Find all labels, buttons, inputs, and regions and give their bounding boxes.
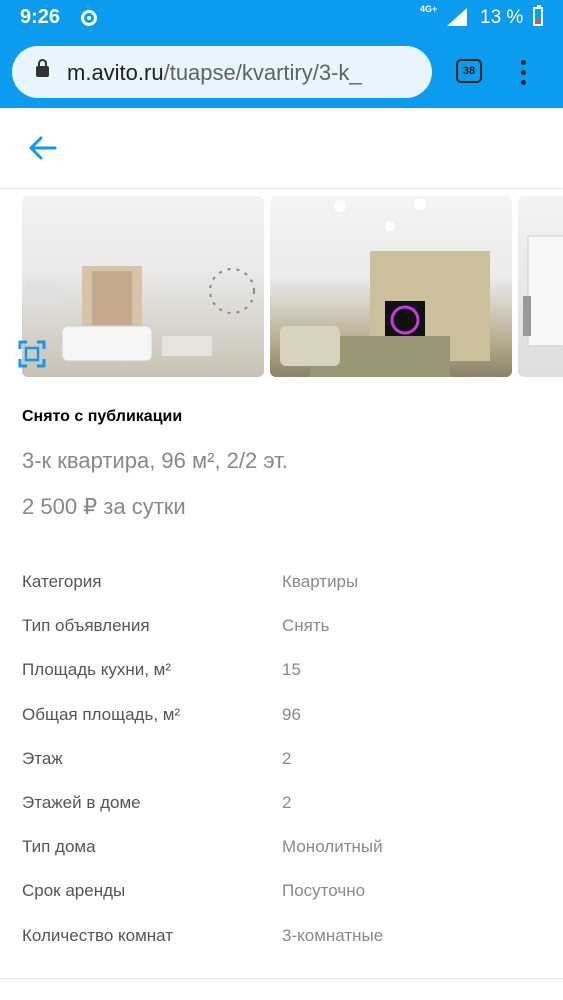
photo-room-bedroom <box>280 198 490 377</box>
param-row: Площадь кухни, м² 15 <box>22 660 542 690</box>
status-bar: 9:26 4G+ 13 % <box>0 0 563 36</box>
network-type: 4G+ <box>420 4 438 14</box>
param-key: Категория <box>22 572 102 591</box>
more-menu-icon[interactable] <box>515 58 531 88</box>
param-value: 2 <box>282 793 292 812</box>
menu-dot <box>521 60 526 65</box>
photo-room-kitchen <box>523 235 563 347</box>
gallery-photo[interactable] <box>22 196 264 377</box>
page-header <box>0 108 563 189</box>
param-key: Количество комнат <box>22 926 174 945</box>
param-value: 15 <box>282 660 301 679</box>
param-row: Этажей в доме 2 <box>22 793 542 823</box>
browser-top-bar: 9:26 4G+ 13 % m.avito.ru/tuapse/kvartiry… <box>0 0 563 108</box>
param-row: Тип объявления Снять <box>22 616 542 646</box>
param-row: Общая площадь, м² 96 <box>22 705 542 735</box>
param-key: Этажей в доме <box>22 793 141 812</box>
listing-title: 3-к квартира, 96 м², 2/2 эт. <box>22 448 288 473</box>
param-value: 3-комнатные <box>282 926 384 945</box>
photo-room-living <box>27 266 255 362</box>
param-value: Снять <box>282 616 330 635</box>
gallery-photo[interactable] <box>270 196 512 377</box>
address-bar[interactable]: m.avito.ru/tuapse/kvartiry/3-k_ <box>12 46 432 98</box>
param-row: Категория Квартиры <box>22 572 542 602</box>
param-value: Квартиры <box>282 572 359 591</box>
photo-gallery[interactable] <box>0 196 563 377</box>
listing-price: 2 500 ₽ за сутки <box>22 494 186 519</box>
param-key: Общая площадь, м² <box>22 705 181 724</box>
url-host: m.avito.ru <box>67 60 164 85</box>
param-value: Монолитный <box>282 837 383 856</box>
param-key: Этаж <box>22 749 63 768</box>
lock-icon <box>36 59 49 77</box>
param-key: Площадь кухни, м² <box>22 660 172 679</box>
param-value: 2 <box>282 749 292 768</box>
back-arrow-icon[interactable] <box>28 136 58 160</box>
divider <box>0 978 563 979</box>
status-time: 9:26 <box>20 6 61 28</box>
param-row: Срок аренды Посуточно <box>22 881 542 911</box>
param-row: Этаж 2 <box>22 749 542 779</box>
param-key: Тип дома <box>22 837 96 856</box>
chrome-icon <box>81 10 97 26</box>
tabs-icon[interactable]: 38 <box>456 59 482 83</box>
url-path: /tuapse/kvartiry/3-k_ <box>163 60 362 85</box>
param-key: Тип объявления <box>22 616 150 635</box>
signal-icon <box>447 8 467 26</box>
param-key: Срок аренды <box>22 881 126 900</box>
param-value: 96 <box>282 705 301 724</box>
url-text[interactable]: m.avito.ru/tuapse/kvartiry/3-k_ <box>67 60 427 86</box>
param-row: Количество комнат 3-комнатные <box>22 926 542 956</box>
menu-dot <box>521 70 526 75</box>
fullscreen-icon[interactable] <box>18 340 46 368</box>
battery-icon <box>533 5 543 26</box>
param-value: Посуточно <box>282 881 366 900</box>
gallery-photo[interactable] <box>518 196 563 377</box>
param-row: Тип дома Монолитный <box>22 837 542 867</box>
battery-percent: 13 % <box>480 7 524 28</box>
menu-dot <box>521 80 526 85</box>
listing-status: Снято с публикации <box>22 408 183 425</box>
